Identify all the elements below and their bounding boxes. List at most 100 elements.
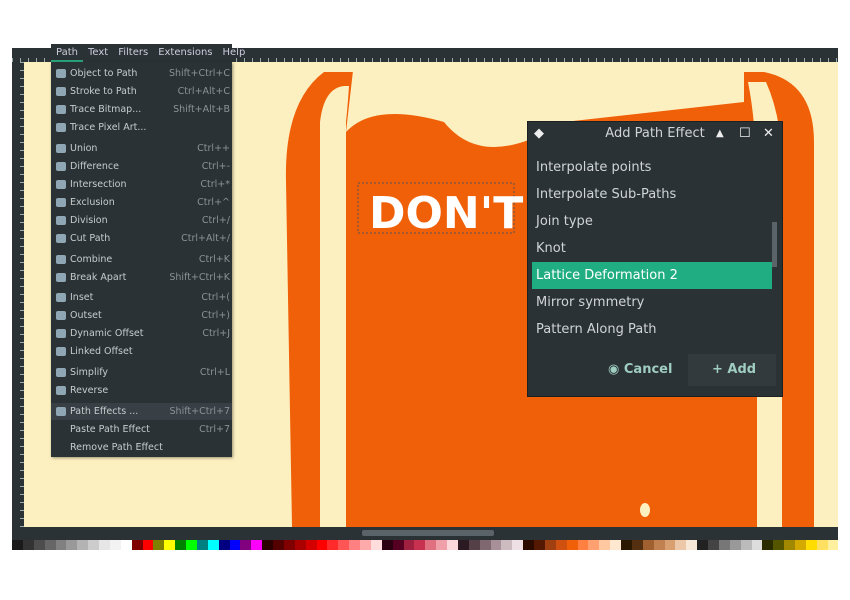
color-swatch[interactable] — [588, 540, 600, 550]
horizontal-scrollbar[interactable] — [12, 527, 838, 540]
color-swatch[interactable] — [55, 540, 67, 550]
menu-item-simplify[interactable]: Simplify Ctrl+L — [51, 364, 232, 381]
color-swatch[interactable] — [566, 540, 578, 550]
color-swatch[interactable] — [805, 540, 817, 550]
color-swatch[interactable] — [196, 540, 208, 550]
maximize-button[interactable]: ☐ — [739, 126, 751, 141]
color-swatch[interactable] — [751, 540, 763, 550]
color-swatch[interactable] — [99, 540, 110, 550]
color-swatch[interactable] — [349, 540, 360, 550]
color-swatch[interactable] — [142, 540, 154, 550]
color-swatch[interactable] — [675, 540, 687, 550]
color-swatch[interactable] — [425, 540, 437, 550]
menu-item-intersection[interactable]: Intersection Ctrl+* — [51, 176, 232, 193]
menu-item-trace-pixel-art[interactable]: Trace Pixel Art... — [51, 119, 232, 136]
menu-item-difference[interactable]: Difference Ctrl+- — [51, 158, 232, 175]
menu-item-exclusion[interactable]: Exclusion Ctrl+^ — [51, 194, 232, 211]
color-palette[interactable] — [12, 540, 838, 550]
color-swatch[interactable] — [218, 540, 230, 550]
menu-item-cut-path[interactable]: Cut Path Ctrl+Alt+/ — [51, 230, 232, 247]
color-swatch[interactable] — [44, 540, 56, 550]
menu-item-linked-offset[interactable]: Linked Offset — [51, 343, 232, 360]
shade-button[interactable]: ▲ — [716, 128, 724, 139]
color-swatch[interactable] — [599, 540, 611, 550]
color-swatch[interactable] — [131, 540, 143, 550]
menu-item-object-to-path[interactable]: Object to Path Shift+Ctrl+C — [51, 65, 232, 82]
color-swatch[interactable] — [708, 540, 719, 550]
menu-help[interactable]: Help — [218, 44, 251, 62]
color-swatch[interactable] — [827, 540, 838, 550]
menu-item-inset[interactable]: Inset Ctrl+( — [51, 289, 232, 306]
menu-item-path-effects[interactable]: Path Effects ... Shift+Ctrl+7 — [51, 403, 232, 420]
menu-item-remove-path-effect[interactable]: Remove Path Effect — [51, 439, 232, 456]
effect-list-item[interactable]: Mirror symmetry — [532, 289, 772, 316]
color-swatch[interactable] — [457, 540, 469, 550]
color-swatch[interactable] — [631, 540, 643, 550]
color-swatch[interactable] — [360, 540, 371, 550]
menu-item-stroke-to-path[interactable]: Stroke to Path Ctrl+Alt+C — [51, 83, 232, 100]
menu-extensions[interactable]: Extensions — [153, 44, 217, 62]
color-swatch[interactable] — [642, 540, 654, 550]
color-swatch[interactable] — [262, 540, 273, 550]
menu-item-union[interactable]: Union Ctrl++ — [51, 140, 232, 157]
vertical-ruler[interactable] — [12, 62, 24, 527]
color-swatch[interactable] — [175, 540, 186, 550]
color-swatch[interactable] — [338, 540, 350, 550]
color-swatch[interactable] — [403, 540, 415, 550]
menu-item-break-apart[interactable]: Break Apart Shift+Ctrl+K — [51, 269, 232, 286]
color-swatch[interactable] — [784, 540, 795, 550]
effect-list-item[interactable]: Interpolate Sub-Paths — [532, 181, 772, 208]
color-swatch[interactable] — [153, 540, 165, 550]
color-swatch[interactable] — [294, 540, 306, 550]
menu-path[interactable]: Path — [51, 44, 83, 62]
menu-text[interactable]: Text — [83, 44, 113, 62]
color-swatch[interactable] — [447, 540, 458, 550]
color-swatch[interactable] — [283, 540, 295, 550]
color-swatch[interactable] — [164, 540, 176, 550]
effect-list-item[interactable]: Interpolate points — [532, 154, 772, 181]
color-swatch[interactable] — [686, 540, 698, 550]
color-swatch[interactable] — [88, 540, 99, 550]
color-swatch[interactable] — [305, 540, 317, 550]
effect-list-item[interactable]: Lattice Deformation 2 — [532, 262, 772, 289]
menu-item-paste-path-effect[interactable]: Paste Path Effect Ctrl+7 — [51, 421, 232, 438]
color-swatch[interactable] — [273, 540, 284, 550]
color-swatch[interactable] — [33, 540, 45, 550]
color-swatch[interactable] — [523, 540, 534, 550]
color-swatch[interactable] — [490, 540, 502, 550]
cancel-button[interactable]: ◉ Cancel — [608, 354, 672, 386]
color-swatch[interactable] — [534, 540, 545, 550]
color-swatch[interactable] — [501, 540, 513, 550]
color-swatch[interactable] — [621, 540, 632, 550]
color-swatch[interactable] — [77, 540, 89, 550]
menu-item-dynamic-offset[interactable]: Dynamic Offset Ctrl+J — [51, 325, 232, 342]
menu-item-reverse[interactable]: Reverse — [51, 382, 232, 399]
color-swatch[interactable] — [479, 540, 491, 550]
scrollbar-thumb[interactable] — [362, 530, 494, 536]
color-swatch[interactable] — [816, 540, 828, 550]
dont-text[interactable]: DON'T — [369, 188, 523, 239]
color-swatch[interactable] — [381, 540, 393, 550]
color-swatch[interactable] — [610, 540, 621, 550]
color-swatch[interactable] — [207, 540, 219, 550]
menu-item-combine[interactable]: Combine Ctrl+K — [51, 251, 232, 268]
color-swatch[interactable] — [392, 540, 404, 550]
color-swatch[interactable] — [66, 540, 78, 550]
color-swatch[interactable] — [577, 540, 589, 550]
effect-list-item[interactable]: Join type — [532, 208, 772, 235]
color-swatch[interactable] — [555, 540, 567, 550]
effect-list-item[interactable]: Knot — [532, 235, 772, 262]
color-swatch[interactable] — [251, 540, 263, 550]
menu-item-outset[interactable]: Outset Ctrl+) — [51, 307, 232, 324]
color-swatch[interactable] — [22, 540, 34, 550]
color-swatch[interactable] — [664, 540, 676, 550]
color-swatch[interactable] — [512, 540, 524, 550]
color-swatch[interactable] — [718, 540, 730, 550]
menu-filters[interactable]: Filters — [113, 44, 153, 62]
color-swatch[interactable] — [229, 540, 241, 550]
color-swatch[interactable] — [436, 540, 447, 550]
color-swatch[interactable] — [327, 540, 339, 550]
menu-item-division[interactable]: Division Ctrl+/ — [51, 212, 232, 229]
color-swatch[interactable] — [697, 540, 708, 550]
menu-item-trace-bitmap[interactable]: Trace Bitmap... Shift+Alt+B — [51, 101, 232, 118]
